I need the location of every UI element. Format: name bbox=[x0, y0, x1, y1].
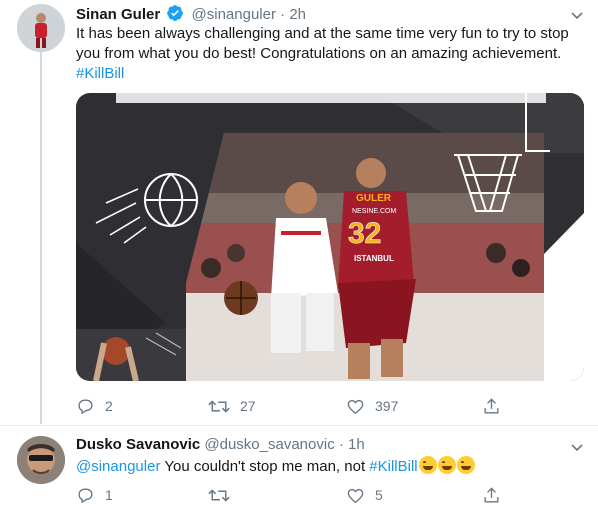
retweet-count: 27 bbox=[240, 398, 256, 414]
tears-of-joy-emoji-icon bbox=[437, 456, 456, 474]
tweet-text: @sinanguler You couldn't stop me man, no… bbox=[76, 456, 586, 477]
reply-count: 1 bbox=[105, 487, 113, 503]
like-count: 397 bbox=[375, 398, 399, 414]
author-name[interactable]: Dusko Savanovic bbox=[76, 436, 200, 453]
timestamp[interactable]: 1h bbox=[348, 436, 365, 453]
heart-icon bbox=[347, 399, 364, 414]
tweet-header: Dusko Savanovic @dusko_savanovic · 1h bbox=[76, 435, 365, 455]
reply-button[interactable]: 2 bbox=[76, 396, 113, 416]
separator-dot: · bbox=[338, 436, 344, 453]
like-button[interactable]: 5 bbox=[346, 485, 383, 505]
tweet-body: You couldn't stop me man, not bbox=[160, 458, 370, 475]
timestamp[interactable]: 2h bbox=[289, 6, 306, 23]
separator-dot: · bbox=[280, 6, 286, 23]
tears-of-joy-emoji-icon bbox=[456, 456, 475, 474]
tweet-media-image[interactable]: GULER NESINE.COM 32 ISTANBUL bbox=[76, 93, 584, 381]
jersey-city-text: ISTANBUL bbox=[354, 254, 394, 263]
jersey-name-text: GULER bbox=[356, 193, 392, 204]
reply-count: 2 bbox=[105, 398, 113, 414]
mention-link[interactable]: @sinanguler bbox=[76, 458, 160, 475]
retweet-icon bbox=[208, 399, 230, 413]
like-count: 5 bbox=[375, 487, 383, 503]
tweet-divider bbox=[0, 425, 598, 426]
reply-button[interactable]: 1 bbox=[76, 485, 113, 505]
share-button[interactable] bbox=[482, 485, 501, 505]
retweet-icon bbox=[208, 488, 230, 502]
author-handle[interactable]: @dusko_savanovic bbox=[204, 436, 334, 453]
tweet-text: It has been always challenging and at th… bbox=[76, 24, 584, 84]
author-handle[interactable]: @sinanguler bbox=[192, 6, 276, 23]
share-icon bbox=[484, 486, 499, 503]
hashtag-link[interactable]: #KillBill bbox=[76, 65, 124, 82]
avatar[interactable] bbox=[17, 436, 65, 484]
basketball-photo-graphic: GULER NESINE.COM 32 ISTANBUL bbox=[76, 93, 584, 381]
thread-connector-line bbox=[40, 52, 42, 424]
avatar-image bbox=[17, 4, 65, 52]
jersey-number-text: 32 bbox=[348, 217, 381, 250]
jersey-sponsor-text: NESINE.COM bbox=[352, 208, 397, 215]
share-button[interactable] bbox=[482, 396, 501, 416]
avatar-image bbox=[17, 436, 65, 484]
reply-icon bbox=[78, 487, 93, 503]
author-name[interactable]: Sinan Guler bbox=[76, 6, 160, 23]
heart-icon bbox=[347, 488, 364, 503]
share-icon bbox=[484, 397, 499, 414]
retweet-button[interactable] bbox=[208, 485, 240, 505]
retweet-button[interactable]: 27 bbox=[208, 396, 256, 416]
tears-of-joy-emoji-icon bbox=[418, 456, 437, 474]
hashtag-link[interactable]: #KillBill bbox=[369, 458, 417, 475]
reply-icon bbox=[78, 398, 93, 414]
tweet-body: It has been always challenging and at th… bbox=[76, 25, 569, 62]
like-button[interactable]: 397 bbox=[346, 396, 398, 416]
avatar[interactable] bbox=[17, 4, 65, 52]
more-options-chevron-icon[interactable] bbox=[570, 440, 584, 454]
more-options-chevron-icon[interactable] bbox=[570, 8, 584, 22]
